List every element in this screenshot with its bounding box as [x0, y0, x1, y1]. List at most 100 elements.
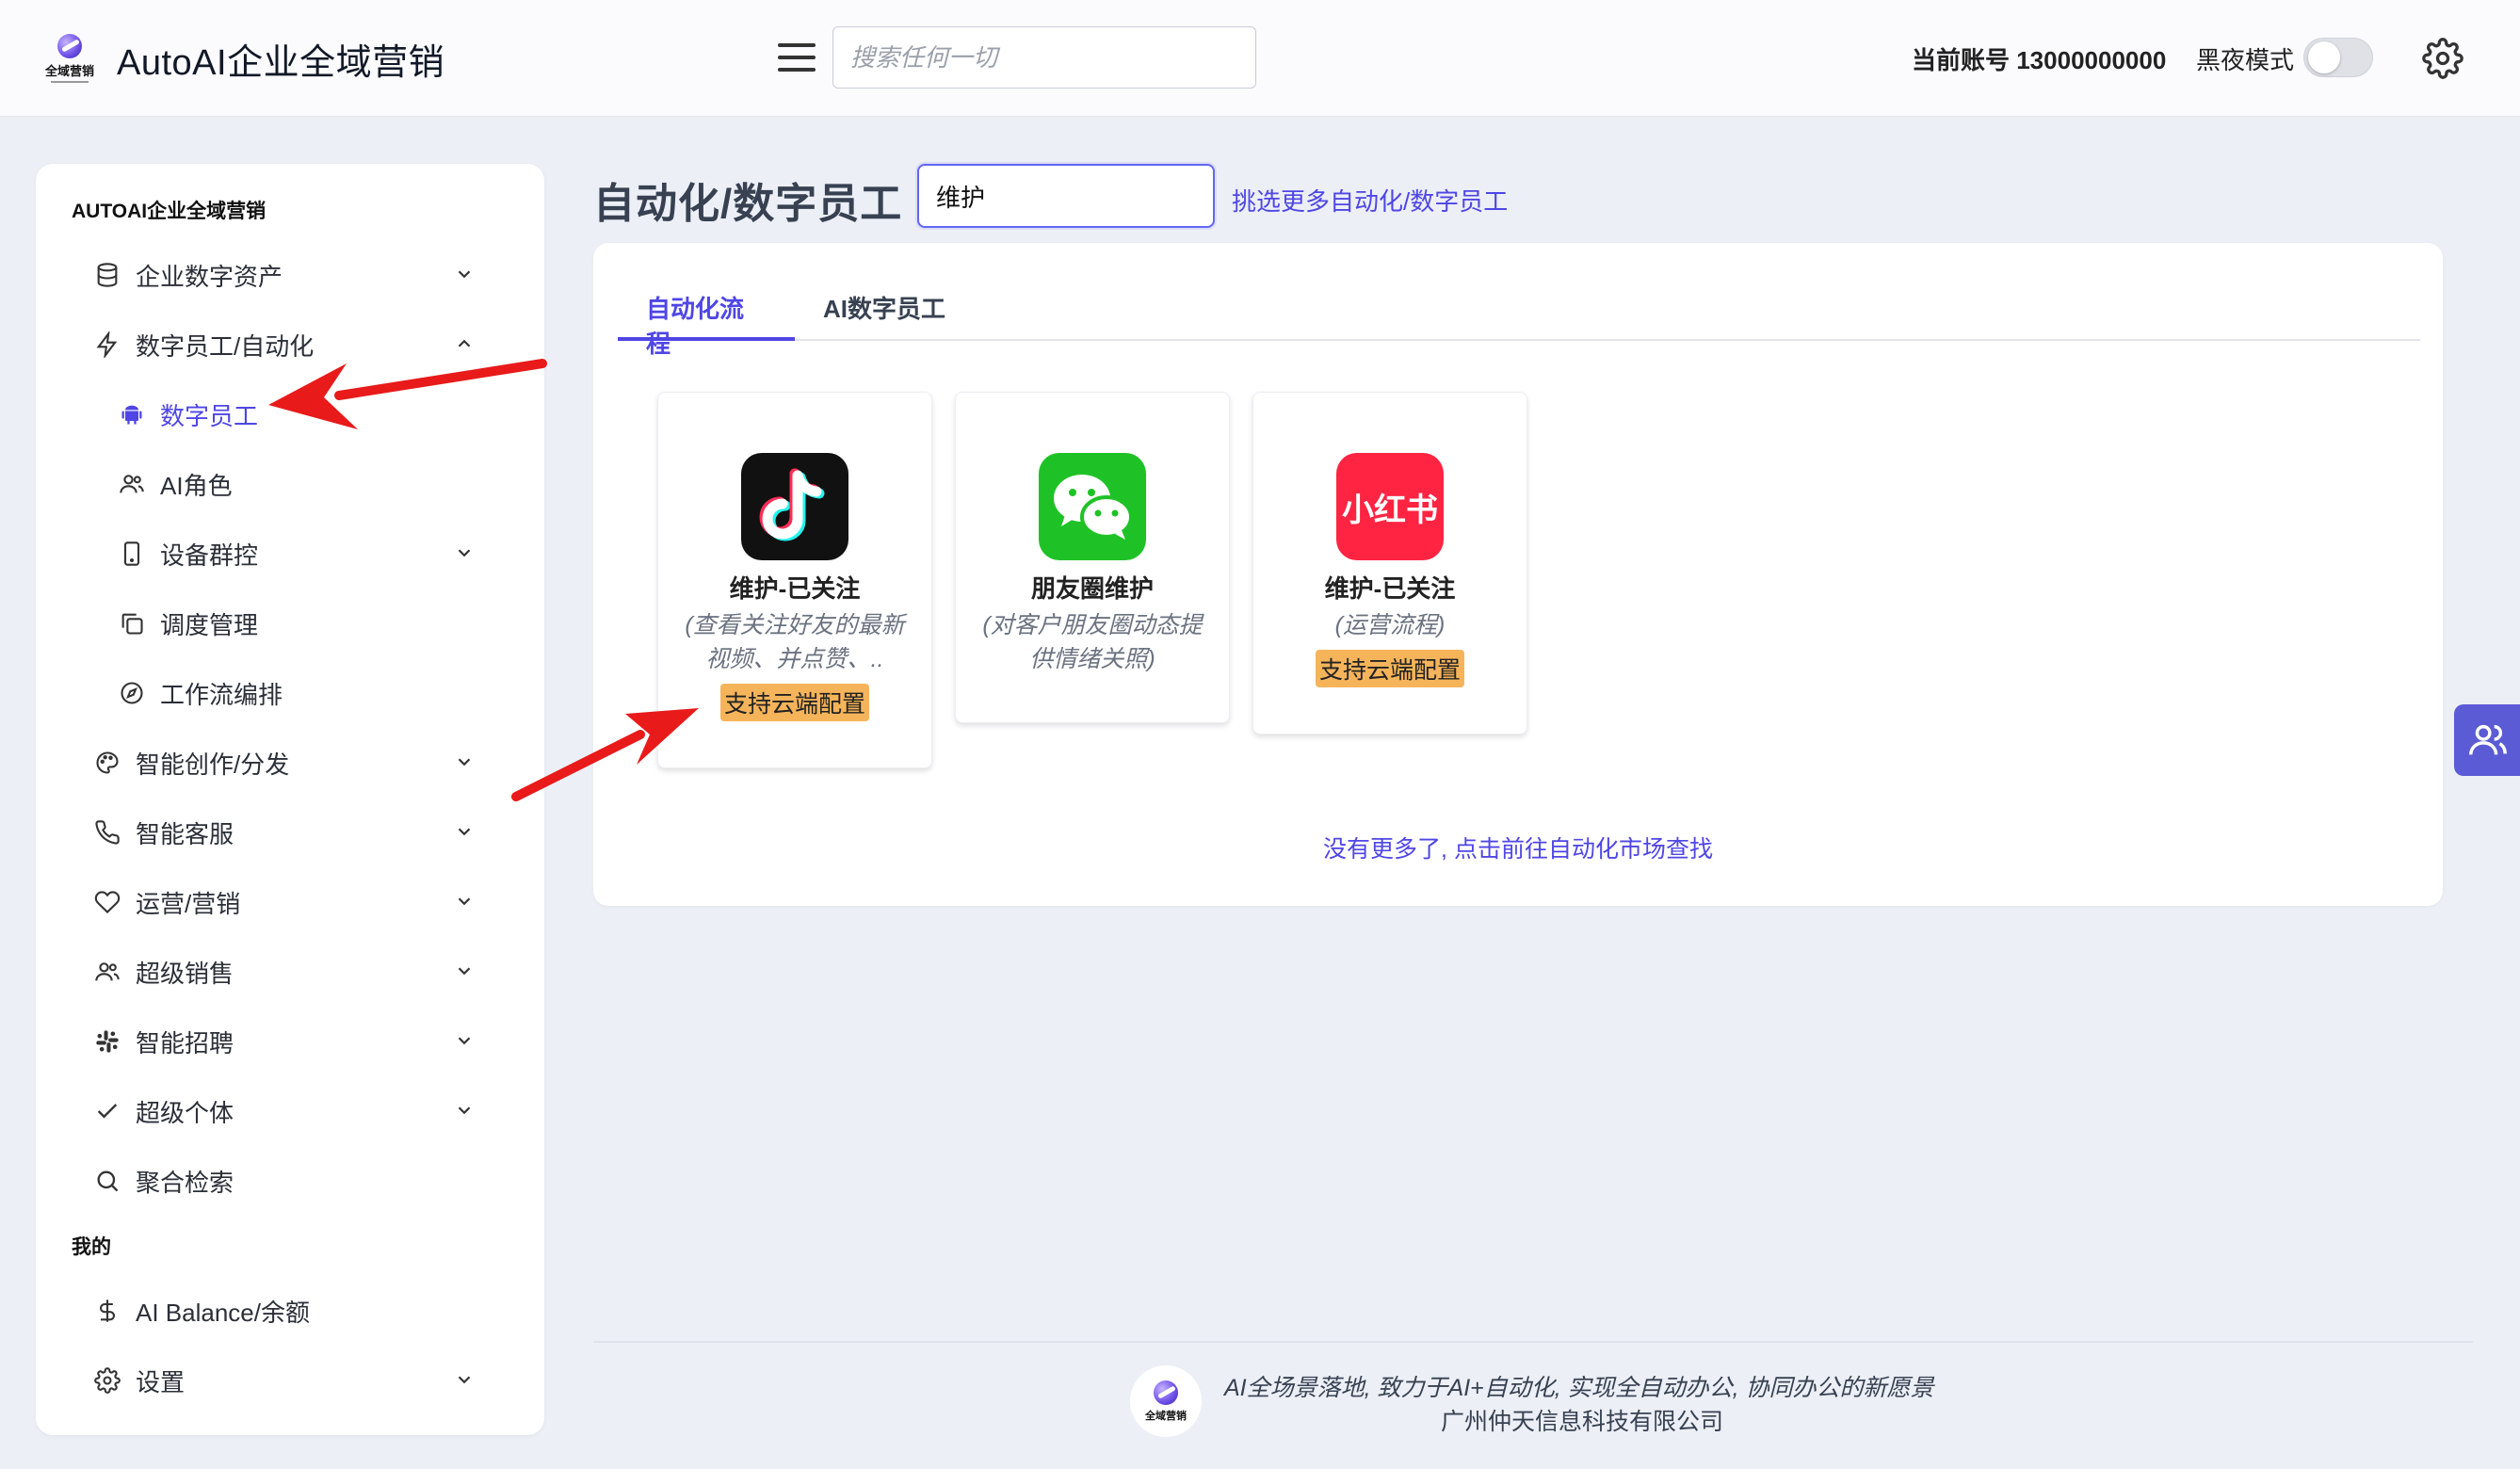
- chevron-down-icon: [458, 828, 471, 836]
- chevron-down-icon: [458, 270, 471, 279]
- sidebar: AUTOAI企业全域营销 企业数字资产 数字员工/自动化 数字员工 AI角色 设…: [36, 164, 544, 1435]
- logo-text: 全域营销: [1145, 1410, 1187, 1422]
- chevron-down-icon: [458, 1376, 471, 1384]
- top-bar: 全域营销 AutoAI企业全域营销 当前账号 13000000000 黑夜模式: [0, 0, 2520, 117]
- account-label: 当前账号 13000000000: [1912, 46, 2167, 74]
- gear-icon: [94, 1367, 121, 1394]
- check-icon: [94, 1098, 121, 1124]
- bolt-icon: [94, 331, 121, 358]
- card-description: (查看关注好友的最新视频、并点赞、..: [685, 612, 905, 672]
- database-icon: [94, 262, 121, 288]
- footer-logo-mark: 全域营销: [1138, 1375, 1194, 1428]
- logo-orb: [1154, 1380, 1178, 1405]
- card-description: (运营流程): [1334, 612, 1446, 638]
- night-mode-label: 黑夜模式: [2196, 46, 2295, 74]
- chevron-down-icon: [458, 897, 471, 906]
- sidebar-item-settings[interactable]: 设置: [94, 1354, 527, 1407]
- chevron-up-icon: [458, 339, 471, 347]
- chevron-down-icon: [458, 967, 471, 976]
- sidebar-item-digital-assets[interactable]: 企业数字资产: [94, 249, 527, 301]
- sidebar-item-aggregate-search[interactable]: 聚合检索: [94, 1154, 527, 1207]
- slack-icon: [94, 1028, 121, 1055]
- sidebar-item-automation[interactable]: 数字员工/自动化: [94, 318, 527, 371]
- logo-text: 全域营销: [44, 64, 94, 78]
- footer-divider: [593, 1341, 2473, 1343]
- card-description: (对客户朋友圈动态提供情绪关照): [982, 612, 1203, 672]
- sidebar-section-mine: 我的: [72, 1236, 111, 1258]
- app-logo: 全域营销: [41, 32, 98, 85]
- global-search-input[interactable]: [832, 26, 1256, 89]
- sidebar-item-device-control[interactable]: 设备群控: [119, 527, 527, 580]
- sidebar-item-recruiting[interactable]: 智能招聘: [94, 1015, 527, 1068]
- app-title: AutoAI企业全域营销: [117, 42, 445, 83]
- footer-slogan: AI全场景落地, 致力于AI+自动化, 实现全自动办公, 协同办公的新愿景: [1224, 1375, 1934, 1401]
- sidebar-item-ai-role[interactable]: AI角色: [119, 458, 527, 510]
- content-panel: 自动化流程 AI数字员工 维护-已关注 (查看关注好友的最新视频、并点赞、.. …: [593, 243, 2443, 906]
- night-mode-toggle[interactable]: [2303, 38, 2373, 77]
- tiktok-icon: [741, 453, 848, 560]
- xiaohongshu-logo-text: 小红书: [1342, 492, 1438, 528]
- tab-ai-employee[interactable]: AI数字员工: [795, 290, 974, 341]
- workflow-card[interactable]: 朋友圈维护 (对客户朋友圈动态提供情绪关照): [955, 392, 1230, 723]
- search-icon: [94, 1168, 121, 1194]
- sidebar-item-label: 数字员工/自动化: [136, 331, 315, 361]
- chevron-down-icon: [458, 1037, 471, 1045]
- sidebar-item-label: 调度管理: [160, 610, 259, 639]
- tab-automation-flow[interactable]: 自动化流程: [618, 290, 795, 358]
- employee-filter-input[interactable]: [917, 164, 1215, 228]
- footer-logo: 全域营销: [1130, 1365, 1202, 1437]
- sidebar-item-super-individual[interactable]: 超级个体: [94, 1085, 527, 1138]
- support-users-icon: [2469, 724, 2507, 755]
- sidebar-item-label: 智能招聘: [136, 1028, 234, 1057]
- toggle-knob: [2308, 41, 2340, 73]
- sidebar-item-label: 运营/营销: [136, 889, 241, 918]
- logo-orb: [57, 34, 82, 58]
- card-title: 朋友圈维护: [1030, 574, 1154, 603]
- compass-icon: [119, 680, 145, 706]
- sidebar-item-label: 智能客服: [136, 819, 234, 848]
- wechat-icon: [1039, 453, 1146, 560]
- phone-call-icon: [94, 819, 121, 846]
- customer-support-float-button[interactable]: [2454, 704, 2520, 776]
- workflow-card[interactable]: 维护-已关注 (查看关注好友的最新视频、并点赞、.. 支持云端配置: [657, 392, 932, 768]
- sidebar-item-label: 设备群控: [160, 541, 259, 570]
- xiaohongshu-icon: 小红书: [1336, 453, 1444, 560]
- more-employees-link[interactable]: 挑选更多自动化/数字员工: [1232, 183, 1508, 218]
- sidebar-item-customer-service[interactable]: 智能客服: [94, 806, 527, 859]
- sidebar-item-label: 超级销售: [136, 959, 234, 988]
- sidebar-item-label: 智能创作/分发: [136, 750, 290, 779]
- heart-icon: [94, 889, 121, 915]
- card-title: 维护-已关注: [1324, 574, 1456, 603]
- workflow-card[interactable]: 小红书 维护-已关注 (运营流程) 支持云端配置: [1252, 392, 1527, 734]
- sidebar-item-digital-employee[interactable]: 数字员工: [119, 388, 527, 441]
- page-title: 自动化/数字员工: [593, 181, 903, 227]
- sidebar-item-label: 企业数字资产: [136, 262, 283, 291]
- footer-company: 广州仲天信息科技有限公司: [1441, 1409, 1724, 1435]
- settings-gear-icon[interactable]: [2422, 38, 2463, 79]
- sidebar-item-super-sales[interactable]: 超级销售: [94, 945, 527, 998]
- automation-market-link[interactable]: 没有更多了, 点击前往自动化市场查找: [593, 831, 2443, 864]
- copy-icon: [119, 610, 145, 637]
- users-icon: [119, 471, 145, 497]
- tab-bar: 自动化流程 AI数字员工: [618, 290, 2420, 358]
- sidebar-item-workflow[interactable]: 工作流编排: [119, 667, 527, 719]
- dollar-icon: [94, 1298, 121, 1324]
- android-icon: [119, 401, 145, 428]
- sidebar-item-balance[interactable]: AI Balance/余额: [94, 1284, 527, 1337]
- sidebar-item-label: 设置: [136, 1367, 186, 1396]
- chevron-down-icon: [458, 758, 471, 767]
- sidebar-item-creation[interactable]: 智能创作/分发: [94, 736, 527, 789]
- menu-toggle-button[interactable]: [778, 43, 816, 72]
- users-icon: [94, 959, 121, 985]
- sidebar-item-operations[interactable]: 运营/营销: [94, 876, 527, 928]
- brand[interactable]: 全域营销 AutoAI企业全域营销: [41, 32, 444, 85]
- sidebar-item-label: 聚合检索: [136, 1168, 234, 1197]
- sidebar-section-main: AUTOAI企业全域营销: [72, 201, 267, 222]
- hamburger-line: [778, 56, 816, 59]
- sidebar-item-label: 工作流编排: [160, 680, 283, 709]
- chevron-down-icon: [458, 549, 471, 557]
- cloud-config-badge: 支持云端配置: [1315, 650, 1464, 687]
- sidebar-item-scheduling[interactable]: 调度管理: [119, 597, 527, 650]
- chevron-down-icon: [458, 1106, 471, 1115]
- logo-underline: [51, 81, 89, 83]
